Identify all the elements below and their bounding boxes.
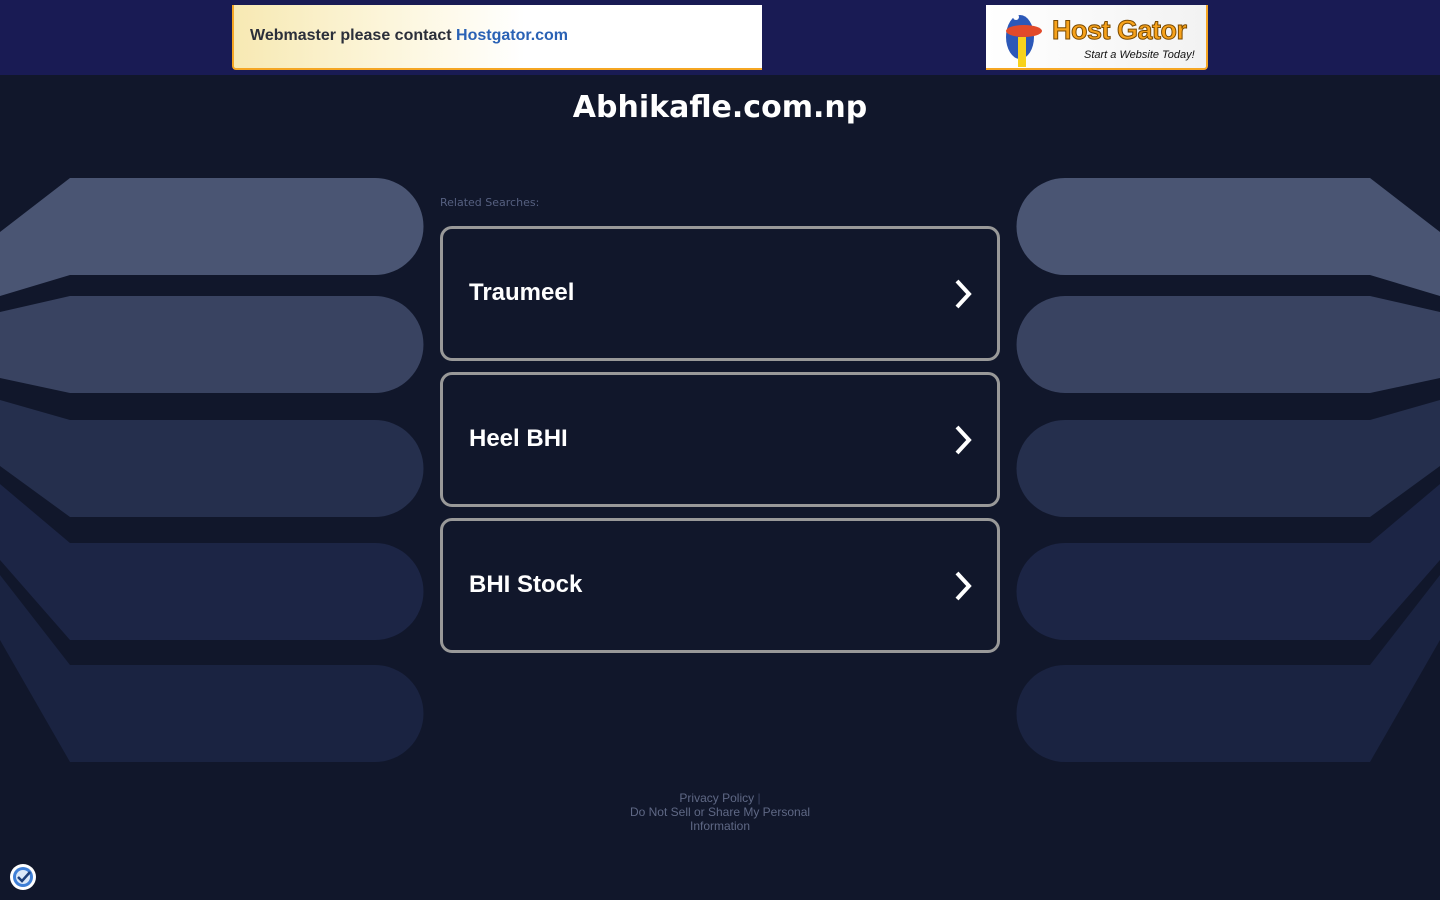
hostgator-link[interactable]: Hostgator.com [456,27,568,44]
top-banner-bar: Webmaster please contact Hostgator.com H… [0,0,1440,75]
related-search-traumeel[interactable]: Traumeel [440,226,1000,361]
related-search-bhi-stock[interactable]: BHI Stock [440,518,1000,653]
webmaster-notice: Webmaster please contact Hostgator.com [232,5,762,70]
right-bands [1016,178,1440,762]
footer: Privacy Policy | Do Not Sell or Share My… [620,791,820,833]
hostgator-ad[interactable]: Host Gator Start a Website Today! [986,5,1208,70]
privacy-settings-button[interactable] [10,864,36,890]
hostgator-tagline: Start a Website Today! [1084,49,1195,61]
do-not-sell-link[interactable]: Do Not Sell or Share My Personal Informa… [630,805,810,833]
privacy-policy-link[interactable]: Privacy Policy [679,791,754,805]
related-search-heel-bhi[interactable]: Heel BHI [440,372,1000,507]
shield-check-icon [13,867,33,887]
webmaster-message: Webmaster please contact Hostgator.com [250,27,568,45]
chevron-right-icon [955,279,972,309]
related-search-label: Heel BHI [469,425,568,452]
related-searches-label: Related Searches: [440,196,540,209]
footer-separator: | [757,791,761,805]
webmaster-text: Webmaster please contact [250,27,457,44]
left-bands [0,178,424,762]
gator-mascot-icon [1006,14,1042,67]
related-search-label: Traumeel [469,279,575,306]
chevron-right-icon [955,571,972,601]
page-title: Abhikafle.com.np [572,90,868,125]
hostgator-logo-text: Host Gator [1052,15,1188,46]
chevron-right-icon [955,425,972,455]
related-search-label: BHI Stock [469,571,583,598]
